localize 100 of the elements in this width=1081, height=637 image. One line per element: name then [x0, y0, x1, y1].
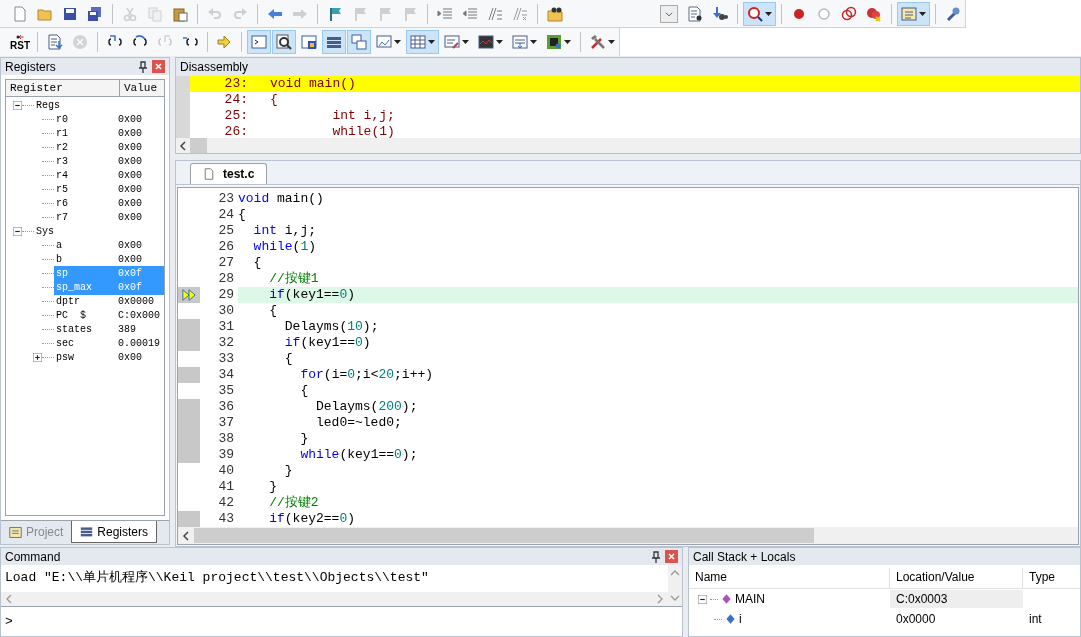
column-header[interactable]: Value — [120, 80, 164, 96]
redo-icon — [232, 5, 248, 22]
code-line: Delayms(200); — [315, 399, 419, 415]
expand-box-icon[interactable] — [698, 594, 707, 604]
line-number: 33 — [217, 351, 235, 367]
window-icon — [901, 5, 917, 22]
scroll-right-icon[interactable] — [656, 594, 664, 604]
register-name[interactable]: r6 — [54, 195, 70, 211]
line-number: 23: — [223, 76, 248, 92]
terminal-icon — [251, 34, 268, 50]
magnifier-icon — [747, 5, 763, 22]
combo-box[interactable] — [660, 4, 678, 23]
panel-title: Registers — [5, 58, 57, 76]
save-icon — [62, 5, 78, 22]
copy-icon — [147, 5, 163, 22]
undo-icon — [207, 5, 223, 22]
code-line: while(key1==0); — [299, 447, 419, 463]
register-name[interactable]: b — [54, 251, 64, 267]
register-value: 0x00 — [117, 126, 143, 141]
code-line: { — [238, 207, 247, 223]
file-tab[interactable]: test.c — [190, 163, 268, 184]
vertical-scrollbar[interactable] — [668, 565, 682, 606]
horizontal-scrollbar[interactable] — [176, 138, 1080, 153]
circles-icon — [841, 5, 857, 22]
column-header[interactable]: Type — [1023, 568, 1080, 588]
column-header[interactable]: Location/Value — [890, 568, 1023, 588]
register-value: 0x00 — [117, 112, 143, 127]
register-name[interactable]: Sys — [34, 223, 56, 239]
scroll-thumb[interactable] — [194, 528, 814, 543]
line-number: 24 — [217, 207, 235, 223]
panel-title: Disassembly — [180, 59, 248, 76]
line-number: 26 — [217, 239, 235, 255]
toolbar-button[interactable] — [743, 1, 776, 26]
code-line: } — [268, 479, 278, 495]
register-value: 0x00 — [117, 168, 143, 183]
register-value: C:0x000 — [117, 308, 161, 323]
pin-icon[interactable] — [651, 550, 661, 563]
line-number: 28 — [217, 271, 235, 287]
horizontal-scrollbar[interactable] — [1, 592, 668, 606]
caret-icon — [608, 40, 615, 44]
toolbar-button[interactable] — [272, 30, 297, 54]
chip-icon — [546, 34, 563, 50]
register-name[interactable]: r1 — [54, 125, 70, 141]
register-value: 0.00019 — [117, 336, 161, 351]
register-value: 0x00 — [117, 196, 143, 211]
variable-name[interactable]: i — [739, 610, 742, 628]
line-number: 41 — [217, 479, 235, 495]
expand-box-icon[interactable] — [13, 226, 22, 236]
breakpoint-remove-icon — [866, 5, 882, 22]
panel-title: Command — [5, 548, 62, 566]
line-number: 26: — [223, 124, 248, 138]
register-name[interactable]: Regs — [34, 97, 62, 113]
register-name[interactable]: r7 — [54, 209, 70, 225]
code-line: int i,j; — [331, 108, 395, 124]
register-name[interactable]: r5 — [54, 181, 70, 197]
line-number: 24: — [223, 92, 248, 108]
register-name[interactable]: dptr — [54, 293, 82, 309]
pin-icon[interactable] — [138, 60, 148, 73]
comment-icon — [487, 5, 503, 22]
code-line: //按键1 — [268, 271, 320, 287]
panel-tab[interactable]: Registers — [71, 521, 158, 543]
chart-icon — [478, 34, 495, 50]
expand-box-icon[interactable] — [13, 100, 22, 110]
register-name[interactable]: psw — [54, 349, 76, 365]
register-value: 0x00 — [117, 350, 143, 365]
uncomment-icon — [512, 5, 528, 22]
expand-box-icon[interactable] — [33, 352, 42, 362]
folder-search-icon — [547, 5, 563, 22]
line-number: 40 — [217, 463, 235, 479]
close-icon[interactable] — [665, 550, 678, 563]
register-name[interactable]: r3 — [54, 153, 70, 169]
caret-icon — [496, 40, 504, 44]
column-header[interactable]: Register — [6, 80, 120, 96]
line-number: 35 — [217, 383, 235, 399]
code-line: if(key1==0) — [283, 335, 372, 351]
register-name[interactable]: r2 — [54, 139, 70, 155]
command-input[interactable]: > — [1, 607, 682, 636]
variable-name[interactable]: MAIN — [735, 590, 765, 608]
scroll-thumb[interactable] — [190, 138, 207, 153]
flag-icon — [377, 5, 393, 22]
flag-icon — [327, 5, 343, 22]
register-name[interactable]: r0 — [54, 111, 70, 127]
register-name[interactable]: states — [54, 321, 94, 337]
scroll-up-icon[interactable] — [670, 569, 680, 577]
variable-value: 0x0000 — [895, 611, 937, 628]
find-document-icon — [687, 5, 703, 22]
scroll-down-icon[interactable] — [670, 594, 680, 602]
close-icon[interactable] — [152, 60, 165, 73]
horizontal-scrollbar[interactable] — [178, 527, 1078, 544]
register-name[interactable]: r4 — [54, 167, 70, 183]
register-name[interactable]: sec — [54, 335, 76, 351]
register-name[interactable]: a — [54, 237, 64, 253]
register-value: 0x00 — [117, 210, 143, 225]
register-name[interactable]: PC $ — [54, 307, 88, 323]
new-file-icon — [12, 5, 28, 22]
grid-icon — [410, 34, 427, 50]
list-icon — [80, 525, 94, 538]
column-header[interactable]: Name — [689, 568, 890, 588]
toolbar-button[interactable] — [322, 30, 347, 54]
reset-button[interactable]: RST — [8, 30, 32, 54]
